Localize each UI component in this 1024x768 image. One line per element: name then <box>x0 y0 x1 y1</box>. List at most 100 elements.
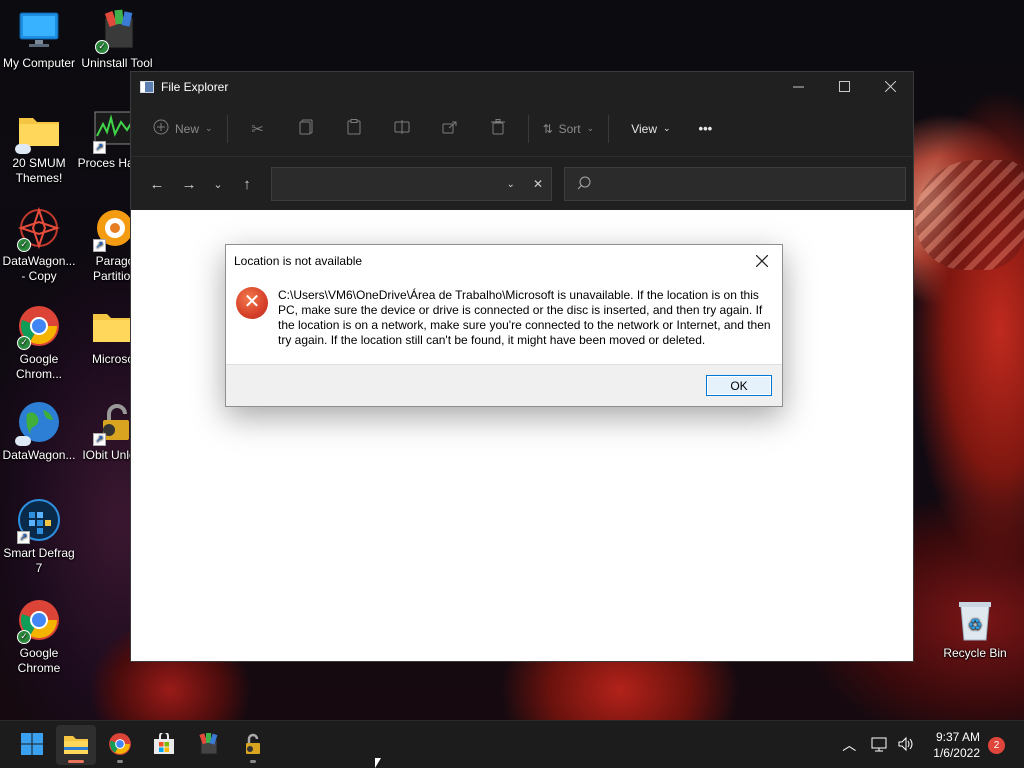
shortcut-arrow-icon: ↗ <box>93 433 106 446</box>
paste-button[interactable] <box>330 113 378 145</box>
desktop-icon-uninstall-tool[interactable]: ✓ Uninstall Tool <box>78 8 156 71</box>
new-label: New <box>175 121 200 136</box>
search-input[interactable] <box>564 167 906 201</box>
wallpaper-shape <box>915 160 1024 270</box>
store-icon <box>153 730 175 758</box>
maximize-icon <box>838 81 850 92</box>
taskbar-file-explorer[interactable] <box>56 725 96 765</box>
toolbar-divider <box>226 114 228 143</box>
share-button[interactable] <box>426 113 474 145</box>
desktop-icon-smart-defrag[interactable]: ↗ Smart Defrag 7 <box>0 498 78 576</box>
new-button[interactable]: New ⌄ <box>145 113 221 145</box>
clock-button[interactable]: 9:37 AM 1/6/2022 <box>933 729 980 761</box>
chevron-down-icon: ⌄ <box>586 123 595 133</box>
location-error-dialog[interactable]: Location is not available ✕ C:\Users\VM6… <box>225 244 783 407</box>
rename-icon <box>394 119 410 138</box>
chrome-icon: ✓ <box>17 598 61 644</box>
start-button[interactable] <box>12 725 52 765</box>
rename-button[interactable] <box>378 113 426 145</box>
desktop-icon-datawagon-copy[interactable]: ✓ DataWagon... - Copy <box>0 206 78 284</box>
running-indicator <box>250 760 256 763</box>
search-icon <box>577 176 591 193</box>
datawagon-icon: ✓ <box>17 206 61 252</box>
explorer-title-bar[interactable]: File Explorer <box>131 72 913 101</box>
clear-address-icon[interactable]: ✕ <box>533 177 543 191</box>
cut-button[interactable]: ✂ <box>234 113 282 145</box>
taskbar: ︿ 9:37 AM 1/6/2022 2 <box>0 720 1024 768</box>
taskbar-chrome[interactable] <box>100 725 140 765</box>
svg-text:♻: ♻ <box>968 617 982 634</box>
dialog-footer: OK <box>226 364 782 406</box>
taskbar-store[interactable] <box>144 725 184 765</box>
plus-circle-icon <box>153 119 169 138</box>
toolbar-divider <box>608 114 610 143</box>
address-row: ← → ⌄ ↑ ⌄ ✕ <box>131 157 913 211</box>
windows-start-icon <box>20 732 44 759</box>
minimize-icon <box>792 86 804 88</box>
chevron-down-icon: ⌄ <box>662 123 671 133</box>
ok-button[interactable]: OK <box>706 375 772 396</box>
recent-locations-button[interactable]: ⌄ <box>205 168 231 200</box>
notification-count-badge[interactable]: 2 <box>988 736 1005 754</box>
mouse-cursor-icon <box>375 758 381 768</box>
trash-icon <box>490 118 505 139</box>
address-bar[interactable]: ⌄ ✕ <box>271 167 552 201</box>
globe-icon <box>15 400 61 446</box>
desktop-icon-google-chrome-2[interactable]: ✓ Google Chrome <box>0 598 78 676</box>
dialog-body: ✕ C:\Users\VM6\OneDrive\Área de Trabalho… <box>226 276 782 365</box>
forward-button[interactable]: → <box>173 168 205 200</box>
desktop-icon-recycle-bin[interactable]: ♻ Recycle Bin <box>936 598 1014 661</box>
scissors-icon: ✂ <box>251 120 264 138</box>
cloud-icon <box>15 144 31 154</box>
taskbar-unlocker[interactable] <box>233 725 273 765</box>
address-dropdown-icon[interactable]: ⌄ <box>507 179 515 190</box>
show-hidden-icons-button[interactable]: ︿ <box>837 733 861 757</box>
dialog-message: C:\Users\VM6\OneDrive\Área de Trabalho\M… <box>278 288 771 347</box>
desktop-icon-themes-folder[interactable]: 20 SMUM Themes! <box>0 108 78 186</box>
chrome-icon <box>108 732 132 759</box>
more-options-button[interactable]: ••• <box>691 113 721 145</box>
recycle-bin-icon: ♻ <box>953 598 997 642</box>
view-button[interactable]: View ⌄ <box>623 113 678 145</box>
desktop-icon-datawagon[interactable]: DataWagon... <box>0 400 78 463</box>
sync-check-icon: ✓ <box>17 630 31 644</box>
sort-label: Sort <box>558 121 581 136</box>
copy-button[interactable] <box>282 113 330 145</box>
arrow-left-icon: ← <box>149 175 165 193</box>
clipboard-icon <box>347 118 361 139</box>
sort-button[interactable]: ⇅ Sort ⌄ <box>535 113 603 145</box>
toolbar-divider <box>527 114 529 143</box>
copy-icon <box>299 119 313 139</box>
sync-check-icon: ✓ <box>17 238 31 252</box>
chevron-down-icon: ⌄ <box>205 123 213 133</box>
command-bar: New ⌄ ✂ ⇅ Sort ⌄ View ⌄ ••• <box>131 101 913 157</box>
unlocker-icon <box>242 733 264 758</box>
dialog-title: Location is not available <box>234 253 363 268</box>
sync-check-icon: ✓ <box>95 40 109 54</box>
up-button[interactable]: ↑ <box>231 168 263 200</box>
minimize-button[interactable] <box>775 72 821 101</box>
back-button[interactable]: ← <box>141 168 173 200</box>
clock-date: 1/6/2022 <box>933 746 980 760</box>
network-button[interactable] <box>868 733 892 757</box>
network-icon <box>871 736 889 755</box>
maximize-button[interactable] <box>821 72 867 101</box>
shortcut-arrow-icon: ↗ <box>93 239 106 252</box>
share-icon <box>442 120 458 138</box>
dialog-title-bar[interactable]: Location is not available <box>226 245 782 276</box>
desktop-icon-my-computer[interactable]: My Computer <box>0 8 78 71</box>
taskbar-winrar[interactable] <box>189 725 229 765</box>
shortcut-arrow-icon: ↗ <box>17 531 30 544</box>
uninstall-tool-icon: ✓ <box>95 8 139 54</box>
smart-defrag-icon: ↗ <box>17 498 61 544</box>
winrar-icon <box>197 732 221 759</box>
chevron-down-icon: ⌄ <box>213 178 223 191</box>
sort-icon: ⇅ <box>542 121 553 136</box>
volume-button[interactable] <box>894 733 918 757</box>
delete-button[interactable] <box>474 113 522 145</box>
file-explorer-icon <box>63 733 89 758</box>
sync-check-icon: ✓ <box>17 336 31 350</box>
desktop-icon-google-chrome-1[interactable]: ✓ Google Chrom... <box>0 304 78 382</box>
dialog-close-button[interactable] <box>742 245 782 276</box>
close-button[interactable] <box>867 72 913 101</box>
